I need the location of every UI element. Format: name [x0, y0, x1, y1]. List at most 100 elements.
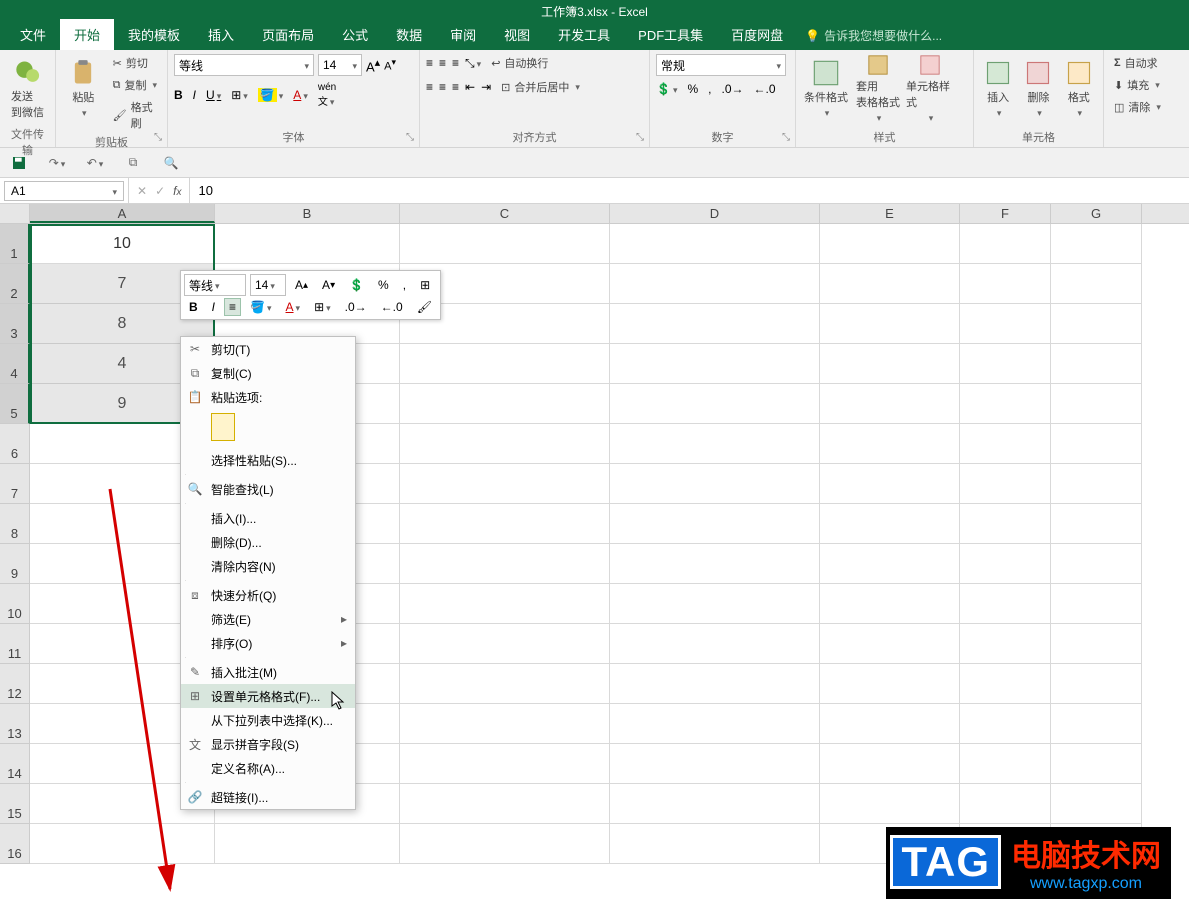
touch-mode-icon[interactable]: ⧉	[122, 152, 144, 174]
cell[interactable]	[610, 264, 820, 304]
ctx-name[interactable]: 定义名称(A)...	[181, 756, 355, 780]
bold-button[interactable]: B	[174, 88, 183, 102]
mini-font-size[interactable]: 14	[250, 274, 286, 296]
cell[interactable]	[400, 784, 610, 824]
cell[interactable]	[820, 704, 960, 744]
print-preview-icon[interactable]: 🔍	[160, 152, 182, 174]
confirm-formula-icon[interactable]: ✓	[155, 184, 165, 198]
tab-layout[interactable]: 页面布局	[248, 19, 328, 50]
row-header[interactable]: 7	[0, 464, 30, 504]
col-header-d[interactable]: D	[610, 204, 820, 223]
col-header-g[interactable]: G	[1051, 204, 1142, 223]
cell[interactable]	[610, 384, 820, 424]
font-size-select[interactable]: 14	[318, 54, 362, 76]
comma-button[interactable]: ,	[708, 82, 711, 96]
cell[interactable]	[820, 744, 960, 784]
cell[interactable]	[400, 464, 610, 504]
cell[interactable]	[610, 704, 820, 744]
cell[interactable]	[960, 744, 1051, 784]
border-button[interactable]: ⊞	[231, 88, 248, 102]
cell[interactable]	[1051, 424, 1142, 464]
cell-styles-button[interactable]: 单元格样式	[906, 54, 954, 124]
ctx-delete[interactable]: 删除(D)...	[181, 530, 355, 554]
cell[interactable]	[960, 664, 1051, 704]
cell[interactable]	[820, 344, 960, 384]
cell[interactable]	[820, 784, 960, 824]
format-painter-button[interactable]: 🖌格式刷	[109, 98, 161, 132]
mini-increase-font-icon[interactable]: A▴	[290, 276, 313, 294]
clear-button[interactable]: ◫清除	[1110, 98, 1165, 116]
col-header-b[interactable]: B	[215, 204, 400, 223]
conditional-format-button[interactable]: 条件格式	[802, 54, 850, 124]
cell[interactable]	[610, 224, 820, 264]
insert-cells-button[interactable]: 插入	[980, 54, 1016, 124]
ctx-dropdown[interactable]: 从下拉列表中选择(K)...	[181, 708, 355, 732]
col-header-c[interactable]: C	[400, 204, 610, 223]
percent-button[interactable]: %	[687, 82, 698, 96]
name-box[interactable]: A1	[4, 181, 124, 201]
tab-pdf[interactable]: PDF工具集	[624, 19, 717, 50]
cell[interactable]	[960, 344, 1051, 384]
align-center-icon[interactable]: ≡	[439, 80, 446, 94]
cell[interactable]	[960, 304, 1051, 344]
cell[interactable]	[1051, 224, 1142, 264]
cell[interactable]	[610, 824, 820, 864]
cell[interactable]: 10	[30, 224, 215, 264]
cell[interactable]	[610, 664, 820, 704]
mini-format-painter-icon[interactable]: 🖌	[412, 298, 437, 316]
cell[interactable]	[820, 264, 960, 304]
fx-icon[interactable]: fx	[173, 184, 181, 198]
decrease-font-icon[interactable]: A▾	[384, 57, 396, 73]
mini-decrease-font-icon[interactable]: A▾	[317, 276, 340, 294]
cell[interactable]	[400, 424, 610, 464]
ctx-paste_special[interactable]: 选择性粘贴(S)...	[181, 448, 355, 472]
row-header[interactable]: 4	[0, 344, 30, 384]
mini-currency-icon[interactable]: 💲	[344, 276, 369, 294]
ctx-copy[interactable]: ⧉复制(C)	[181, 361, 355, 385]
cell[interactable]	[960, 384, 1051, 424]
mini-increase-decimal-icon[interactable]: .0→	[340, 298, 372, 316]
cell[interactable]	[610, 504, 820, 544]
cell[interactable]	[820, 424, 960, 464]
cell[interactable]	[820, 504, 960, 544]
fill-color-button[interactable]: 🪣	[258, 88, 283, 102]
increase-decimal-icon[interactable]: .0→	[722, 82, 744, 96]
cell[interactable]	[1051, 704, 1142, 744]
cell[interactable]	[1051, 384, 1142, 424]
cut-button[interactable]: ✂剪切	[109, 54, 161, 72]
cell[interactable]	[1051, 624, 1142, 664]
cancel-formula-icon[interactable]: ✕	[137, 184, 147, 198]
wrap-text-button[interactable]: ↩自动换行	[487, 54, 552, 72]
cell[interactable]	[400, 624, 610, 664]
row-header[interactable]: 3	[0, 304, 30, 344]
cell[interactable]	[1051, 544, 1142, 584]
cell[interactable]	[610, 624, 820, 664]
font-name-select[interactable]: 等线	[174, 54, 314, 76]
cell[interactable]	[400, 224, 610, 264]
tab-home[interactable]: 开始	[60, 19, 114, 50]
ctx-comment[interactable]: ✎插入批注(M)	[181, 660, 355, 684]
number-format-select[interactable]: 常规	[656, 54, 786, 76]
col-header-a[interactable]: A	[30, 204, 215, 223]
cell[interactable]	[820, 624, 960, 664]
send-to-wechat-button[interactable]: 发送 到微信	[6, 54, 49, 124]
paste-button[interactable]: 粘贴	[62, 54, 105, 124]
cell[interactable]	[215, 824, 400, 864]
phonetic-guide-button[interactable]: wén文	[318, 82, 336, 108]
cell[interactable]	[400, 704, 610, 744]
row-header[interactable]: 9	[0, 544, 30, 584]
cell[interactable]	[1051, 304, 1142, 344]
cell[interactable]	[1051, 784, 1142, 824]
cell[interactable]	[610, 304, 820, 344]
tab-baidu[interactable]: 百度网盘	[717, 19, 797, 50]
tab-file[interactable]: 文件	[6, 19, 60, 50]
redo-button[interactable]: ↷	[46, 152, 68, 174]
cell[interactable]	[960, 784, 1051, 824]
mini-font-name[interactable]: 等线	[184, 274, 246, 296]
merge-center-button[interactable]: ⊡合并后居中	[497, 78, 584, 96]
row-header[interactable]: 13	[0, 704, 30, 744]
cell[interactable]	[820, 664, 960, 704]
cell[interactable]	[610, 464, 820, 504]
spreadsheet-grid[interactable]: A B C D E F G 11027384459678910111213141…	[0, 204, 1189, 864]
cell[interactable]	[400, 744, 610, 784]
